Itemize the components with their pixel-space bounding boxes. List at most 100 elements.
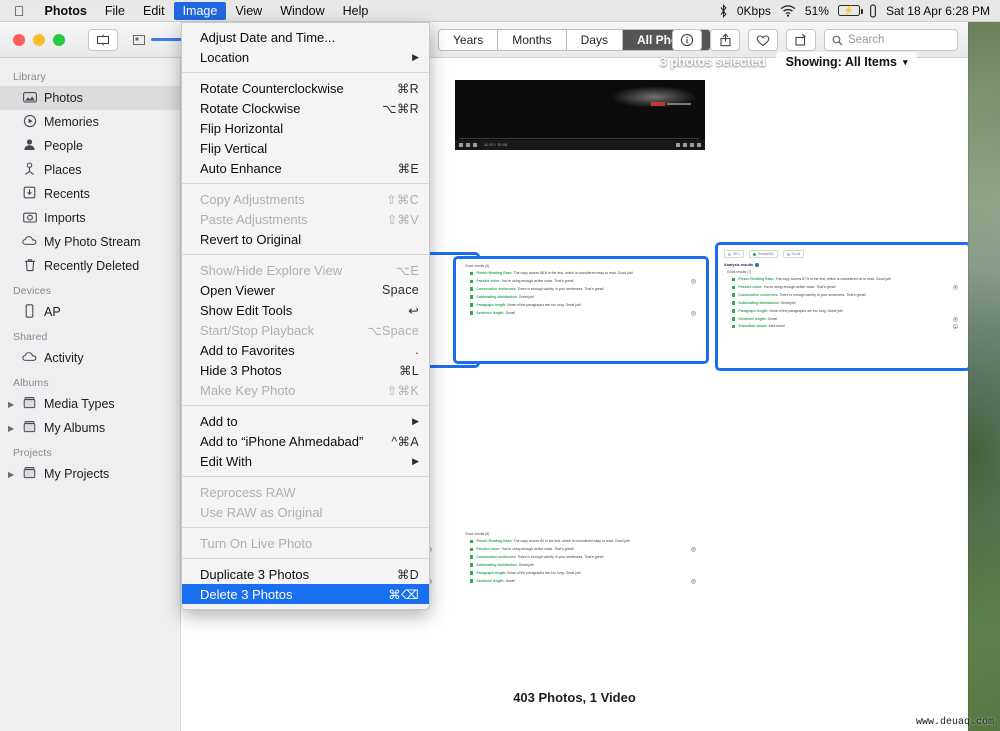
close-button[interactable] (13, 33, 25, 46)
seo-result-body: The copy scores 67.5 in the test, which … (774, 277, 892, 281)
sidebar-item-my-albums[interactable]: ▶ My Albums (0, 416, 180, 440)
minimize-button[interactable] (33, 33, 45, 46)
menu-item-adjust-date-and-time[interactable]: Adjust Date and Time... (182, 27, 429, 47)
tab-readability[interactable]: Readability (748, 250, 778, 258)
sidebar-toggle-button[interactable] (88, 28, 118, 51)
chevron-right-icon[interactable]: ▶ (8, 400, 14, 409)
menu-item-open-viewer[interactable]: Open Viewer Space (182, 280, 429, 300)
menu-item-add-to-iphone-ahmedabad[interactable]: Add to “iPhone Ahmedabad” ^⌘A (182, 431, 429, 451)
eye-icon[interactable]: ◉ (953, 316, 958, 322)
segment-years[interactable]: Years (439, 30, 499, 50)
theater-icon[interactable] (690, 143, 694, 147)
captions-icon[interactable] (683, 143, 687, 147)
info-button[interactable] (672, 29, 702, 51)
chevron-right-icon[interactable]: ▶ (8, 424, 14, 433)
share-button[interactable] (710, 29, 740, 51)
video-controls-bar[interactable]: 11:20 / 30:05 (455, 140, 705, 150)
clock-datetime[interactable]: Sat 18 Apr 6:28 PM (886, 4, 990, 18)
seo-tab-bar[interactable]: SEO Readability Social (724, 250, 962, 258)
next-icon[interactable] (466, 143, 470, 147)
usb-device-icon[interactable] (869, 3, 877, 18)
play-icon[interactable] (459, 143, 463, 147)
seo-thumbnail-5[interactable]: Good results (6) Flesch Reading Ease: Th… (455, 526, 707, 638)
sidebar-item-recently-deleted[interactable]: Recently Deleted (0, 254, 180, 278)
menu-item-auto-enhance[interactable]: Auto Enhance ⌘E (182, 158, 429, 178)
eye-icon[interactable]: ◉ (953, 324, 958, 330)
menu-item-shortcut: ^⌘A (391, 434, 419, 449)
sidebar-item-activity[interactable]: Activity (0, 346, 180, 370)
menu-item-edit-with[interactable]: Edit With ▶ (182, 451, 429, 471)
sidebar-item-imports[interactable]: Imports (0, 206, 180, 230)
favorite-button[interactable] (748, 29, 778, 51)
help-icon[interactable] (755, 263, 759, 267)
sidebar-item-people[interactable]: People (0, 134, 180, 158)
menu-item-duplicate-3-photos[interactable]: Duplicate 3 Photos ⌘D (182, 564, 429, 584)
showing-filter-button[interactable]: Showing: All Items ▾ (775, 52, 918, 72)
menu-item-add-to-favorites[interactable]: Add to Favorites . (182, 340, 429, 360)
wifi-icon[interactable] (780, 4, 796, 17)
menu-window[interactable]: Window (271, 2, 333, 20)
menu-item-shortcut: ⇧⌘K (386, 383, 419, 398)
maximize-button[interactable] (53, 33, 65, 46)
fullscreen-icon[interactable] (697, 143, 701, 147)
view-mode-segmented-control[interactable]: Years Months Days All Photos (438, 29, 712, 51)
sidebar-item-my-projects[interactable]: ▶ My Projects (0, 462, 180, 486)
menu-item-revert-to-original[interactable]: Revert to Original (182, 229, 429, 249)
battery-charging-icon[interactable]: ⚡ (837, 5, 863, 16)
video-progress-bar[interactable] (459, 137, 699, 139)
seo-thumbnail-2[interactable]: Good results (6) Flesch Reading Ease: Th… (453, 256, 709, 364)
menu-file[interactable]: File (96, 2, 134, 20)
seo-result-text: Sentence length: Great! (738, 317, 777, 322)
tab-seo[interactable]: SEO (724, 250, 744, 258)
seo-result-line: Flesch Reading Ease: The copy scores 67.… (732, 277, 962, 282)
video-thumbnail[interactable]: 11:20 / 30:05 (455, 80, 705, 150)
menu-item-show-edit-tools[interactable]: Show Edit Tools ↩ (182, 300, 429, 320)
eye-icon[interactable]: ◉ (691, 310, 696, 316)
submenu-arrow-icon: ▶ (412, 51, 419, 62)
menu-item-flip-horizontal[interactable]: Flip Horizontal (182, 118, 429, 138)
menu-item-rotate-clockwise[interactable]: Rotate Clockwise ⌥⌘R (182, 98, 429, 118)
menu-image[interactable]: Image (173, 1, 227, 20)
sidebar-item-photos[interactable]: Photos (0, 86, 180, 110)
menu-help[interactable]: Help (334, 2, 378, 20)
eye-icon[interactable]: ◉ (691, 546, 696, 552)
menu-item-add-to[interactable]: Add to ▶ (182, 411, 429, 431)
seo-result-text: Sentence length: Great! (476, 311, 515, 316)
sidebar-item-recents[interactable]: Recents (0, 182, 180, 206)
sidebar-item-my-photo-stream[interactable]: My Photo Stream (0, 230, 180, 254)
volume-icon[interactable] (473, 143, 477, 147)
menu-item-location[interactable]: Location ▶ (182, 47, 429, 67)
apple-logo-icon[interactable]:  (0, 4, 36, 18)
rotate-button[interactable] (786, 29, 816, 51)
sidebar-item-ap[interactable]: AP (0, 300, 180, 324)
menu-edit[interactable]: Edit (134, 2, 174, 20)
seo-thumbnail-3[interactable]: SEO Readability Social Analysis results … (715, 242, 968, 371)
eye-icon[interactable]: ◉ (953, 284, 958, 290)
menu-item-turn-on-live-photo: Turn On Live Photo (182, 533, 429, 553)
eye-icon[interactable]: ◉ (691, 578, 696, 584)
settings-icon[interactable] (676, 143, 680, 147)
sidebar-item-memories[interactable]: Memories (0, 110, 180, 134)
segment-months[interactable]: Months (498, 30, 567, 50)
chevron-right-icon[interactable]: ▶ (8, 470, 14, 479)
search-field[interactable]: Search (824, 29, 958, 51)
sidebar-item-media-types[interactable]: ▶ Media Types (0, 392, 180, 416)
eye-icon[interactable]: ◉ (691, 278, 696, 284)
segment-days[interactable]: Days (567, 30, 623, 50)
seo-result-text: Flesch Reading Ease: The copy scores 80 … (476, 539, 630, 544)
menu-photos[interactable]: Photos (36, 2, 96, 20)
menu-item-shortcut: . (415, 343, 419, 357)
menu-item-rotate-counterclockwise[interactable]: Rotate Counterclockwise ⌘R (182, 78, 429, 98)
menu-item-hide-3-photos[interactable]: Hide 3 Photos ⌘L (182, 360, 429, 380)
tab-social[interactable]: Social (782, 250, 805, 258)
tab-label: Readability (757, 252, 774, 256)
window-controls[interactable] (0, 33, 65, 46)
seo-result-body: Great job! (517, 562, 535, 567)
menu-view[interactable]: View (226, 2, 271, 20)
menu-item-shortcut: ⌘D (396, 567, 419, 582)
seo-result-line: Flesch Reading Ease: The copy scores 80 … (470, 539, 700, 544)
bluetooth-icon[interactable] (719, 3, 728, 18)
menu-item-delete-3-photos[interactable]: Delete 3 Photos ⌘⌫ (182, 584, 429, 604)
sidebar-item-places[interactable]: Places (0, 158, 180, 182)
menu-item-flip-vertical[interactable]: Flip Vertical (182, 138, 429, 158)
